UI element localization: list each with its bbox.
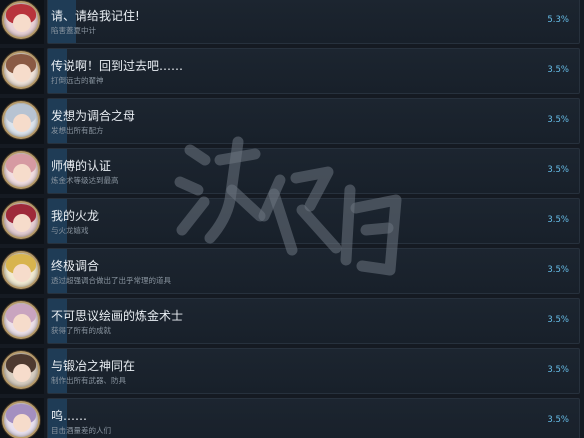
achievement-bar: 传说啊！回到过去吧…… 打倒远古的翟神 3.5% (47, 48, 580, 94)
achievement-title: 终极调合 (51, 259, 100, 273)
achievement-icon-cell (0, 48, 44, 94)
achievement-title: 不可思议绘画的炼金术士 (51, 309, 184, 323)
girl-portrait-crimson-icon (2, 201, 40, 239)
achievement-title: 发想为调合之母 (51, 109, 136, 123)
achievement-bar: 发想为调合之母 发想出所有配方 3.5% (47, 98, 580, 144)
achievement-title: 呜…… (51, 409, 88, 423)
achievement-bar: 请、请给我记住! 陷害蓋夏中计 5.3% (47, 0, 580, 44)
achievement-percent: 3.5% (547, 265, 569, 275)
achievement-description: 打倒远古的翟神 (51, 76, 104, 85)
achievement-row[interactable]: 不可思议绘画的炼金术士 获得了所有的成就 3.5% (0, 298, 584, 344)
achievement-percent: 3.5% (547, 215, 569, 225)
achievement-row[interactable]: 师傅的认证 炼金术等级达到最高 3.5% (0, 148, 584, 194)
achievement-description: 与火龙嬉戏 (51, 226, 89, 235)
achievement-icon-cell (0, 148, 44, 194)
achievement-row[interactable]: 呜…… 目击酒量差的人们 3.5% (0, 398, 584, 438)
achievement-percent: 3.5% (547, 415, 569, 425)
achievement-title: 传说啊！回到过去吧…… (51, 59, 184, 73)
achievement-icon-cell (0, 98, 44, 144)
achievement-list: 请、请给我记住! 陷害蓋夏中计 5.3% 传说啊！回到过去吧…… 打倒远古的翟神… (0, 0, 584, 438)
achievement-percent: 5.3% (547, 15, 569, 25)
achievement-row[interactable]: 我的火龙 与火龙嬉戏 3.5% (0, 198, 584, 244)
achievement-bar: 与锻冶之神同在 制作出所有武器、防具 3.5% (47, 348, 580, 394)
achievement-percent: 3.5% (547, 115, 569, 125)
achievement-row[interactable]: 终极调合 透过超强调合做出了出乎常理的道具 3.5% (0, 248, 584, 294)
girl-portrait-red-icon (2, 1, 40, 39)
achievement-row[interactable]: 与锻冶之神同在 制作出所有武器、防具 3.5% (0, 348, 584, 394)
achievement-description: 制作出所有武器、防具 (51, 376, 126, 385)
achievement-icon-cell (0, 198, 44, 244)
achievement-percent: 3.5% (547, 315, 569, 325)
achievement-percent: 3.5% (547, 165, 569, 175)
achievement-icon-cell (0, 248, 44, 294)
girl-portrait-brown-icon (2, 51, 40, 89)
achievement-title: 请、请给我记住! (51, 9, 140, 23)
achievement-row[interactable]: 请、请给我记住! 陷害蓋夏中计 5.3% (0, 0, 584, 44)
achievement-bar: 我的火龙 与火龙嬉戏 3.5% (47, 198, 580, 244)
girl-portrait-silver-icon (2, 101, 40, 139)
achievement-bar: 呜…… 目击酒量差的人们 3.5% (47, 398, 580, 438)
achievement-percent: 3.5% (547, 365, 569, 375)
achievement-description: 发想出所有配方 (51, 126, 104, 135)
achievement-description: 陷害蓋夏中计 (51, 26, 96, 35)
girl-portrait-pink-icon (2, 151, 40, 189)
achievement-icon-cell (0, 0, 44, 44)
achievement-description: 透过超强调合做出了出乎常理的道具 (51, 276, 171, 285)
girl-portrait-group-icon (2, 301, 40, 339)
girl-portrait-blonde-icon (2, 251, 40, 289)
achievement-icon-cell (0, 398, 44, 438)
achievement-title: 我的火龙 (51, 209, 100, 223)
achievement-bar: 不可思议绘画的炼金术士 获得了所有的成就 3.5% (47, 298, 580, 344)
achievement-description: 炼金术等级达到最高 (51, 176, 119, 185)
achievement-row[interactable]: 传说啊！回到过去吧…… 打倒远古的翟神 3.5% (0, 48, 584, 94)
achievement-description: 目击酒量差的人们 (51, 426, 111, 435)
girl-portrait-dark-icon (2, 351, 40, 389)
achievement-title: 与锻冶之神同在 (51, 359, 136, 373)
achievement-icon-cell (0, 298, 44, 344)
achievement-bar: 终极调合 透过超强调合做出了出乎常理的道具 3.5% (47, 248, 580, 294)
achievement-icon-cell (0, 348, 44, 394)
achievement-title: 师傅的认证 (51, 159, 112, 173)
achievement-row[interactable]: 发想为调合之母 发想出所有配方 3.5% (0, 98, 584, 144)
achievement-percent: 3.5% (547, 65, 569, 75)
achievement-bar: 师傅的认证 炼金术等级达到最高 3.5% (47, 148, 580, 194)
girl-portrait-lavender-icon (2, 401, 40, 438)
achievement-description: 获得了所有的成就 (51, 326, 111, 335)
